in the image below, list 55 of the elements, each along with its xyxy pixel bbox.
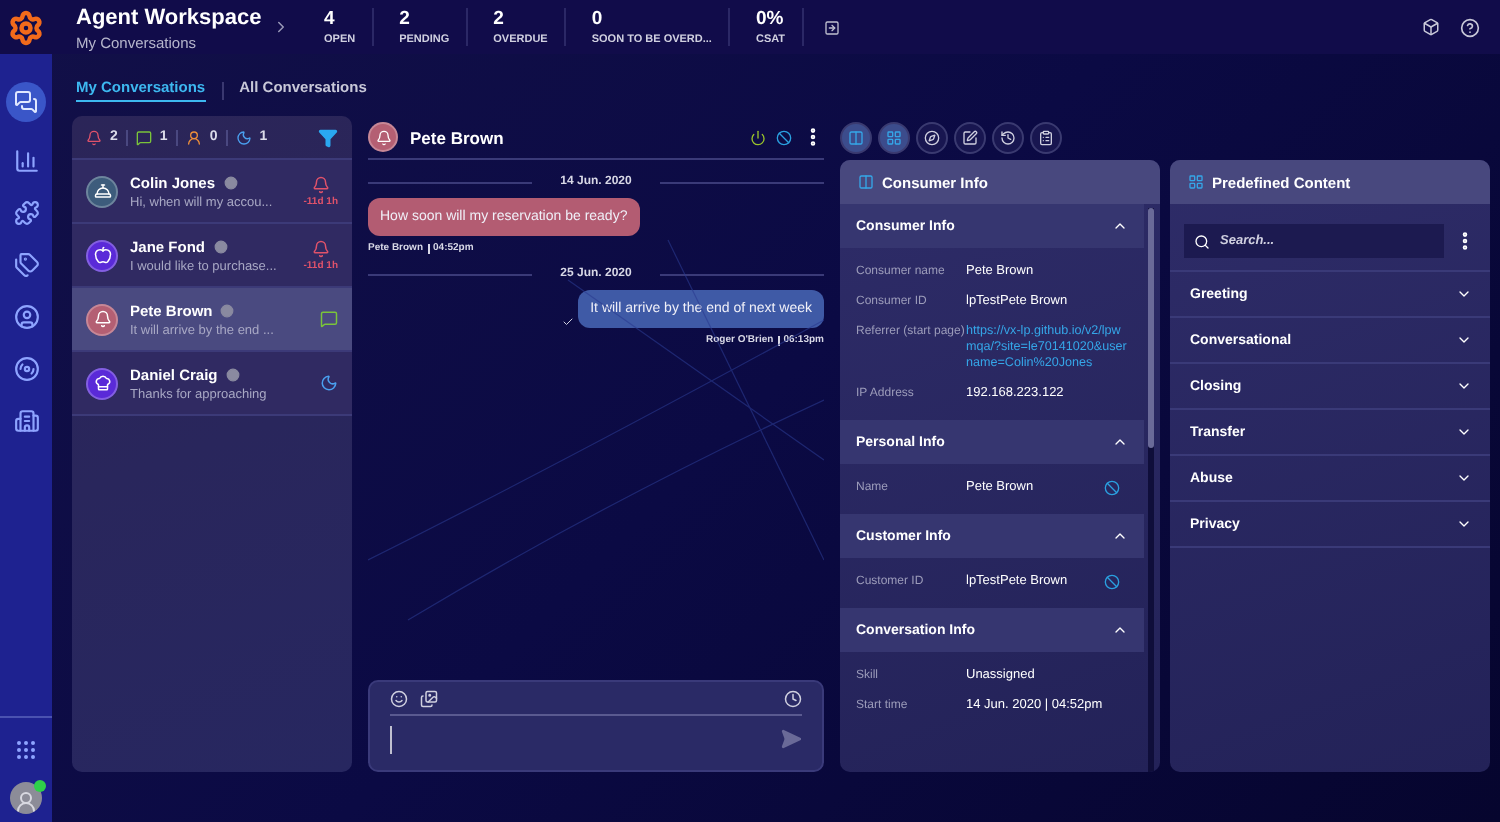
stat-value: 0	[591, 8, 605, 30]
columns-button[interactable]	[840, 122, 872, 154]
emoji-icon[interactable]	[390, 690, 408, 708]
edit-icon	[962, 130, 978, 146]
clipboard-icon	[1038, 130, 1054, 146]
send-icon[interactable]	[780, 728, 802, 750]
power-icon[interactable]	[750, 129, 766, 145]
moon-icon[interactable]	[235, 129, 252, 145]
scrollbar-thumb[interactable]	[1148, 208, 1154, 448]
images-icon[interactable]	[420, 690, 438, 708]
circle-slash-icon[interactable]	[776, 129, 792, 145]
search-icon	[1194, 233, 1210, 249]
clock-icon[interactable]	[784, 690, 802, 708]
clipboard-button[interactable]	[1030, 122, 1062, 154]
chevron-right-icon[interactable]	[272, 18, 290, 36]
status-dot-icon	[220, 303, 235, 317]
cube-icon[interactable]	[1422, 17, 1440, 35]
columns-icon	[858, 174, 874, 190]
history-button[interactable]	[992, 122, 1024, 154]
edit-button[interactable]	[954, 122, 986, 154]
conversations-nav-button[interactable]	[6, 82, 46, 122]
person-icon[interactable]	[185, 129, 202, 145]
user-circle-icon[interactable]	[13, 304, 39, 330]
grid-icon	[1188, 174, 1204, 190]
chat-bubble-icon[interactable]	[135, 129, 152, 145]
sent-check-icon	[562, 316, 575, 328]
stat-value: 4	[324, 8, 337, 30]
stat-value: 0%	[755, 8, 786, 30]
status-dot-icon	[213, 239, 228, 253]
help-icon[interactable]	[1460, 17, 1480, 37]
grid-icon	[886, 130, 902, 146]
bell-icon[interactable]	[86, 129, 102, 145]
status-dot-icon	[223, 175, 238, 189]
apps-grid-icon[interactable]	[14, 738, 38, 762]
app-title: Agent Workspace	[76, 3, 262, 31]
bar-chart-icon[interactable]	[13, 148, 39, 174]
compass-button[interactable]	[916, 122, 948, 154]
stat-value: 2	[399, 8, 412, 30]
gear-logo-icon	[8, 9, 44, 45]
columns-icon	[848, 130, 864, 146]
expand-icon[interactable]	[823, 19, 840, 35]
chat-customer-name: Pete Brown	[410, 127, 504, 147]
user-avatar[interactable]	[10, 782, 42, 814]
history-icon	[1000, 130, 1016, 146]
compass-icon	[924, 130, 940, 146]
stat-value: 2	[493, 8, 506, 30]
puzzle-icon[interactable]	[13, 200, 39, 226]
building-icon[interactable]	[13, 408, 39, 434]
grid-button[interactable]	[878, 122, 910, 154]
tag-icon[interactable]	[13, 252, 39, 278]
chat-bubbles-icon	[14, 90, 38, 114]
status-dot-icon	[225, 367, 240, 381]
filter-icon[interactable]	[318, 127, 338, 147]
online-dot	[34, 780, 46, 792]
disc-icon[interactable]	[13, 356, 39, 382]
